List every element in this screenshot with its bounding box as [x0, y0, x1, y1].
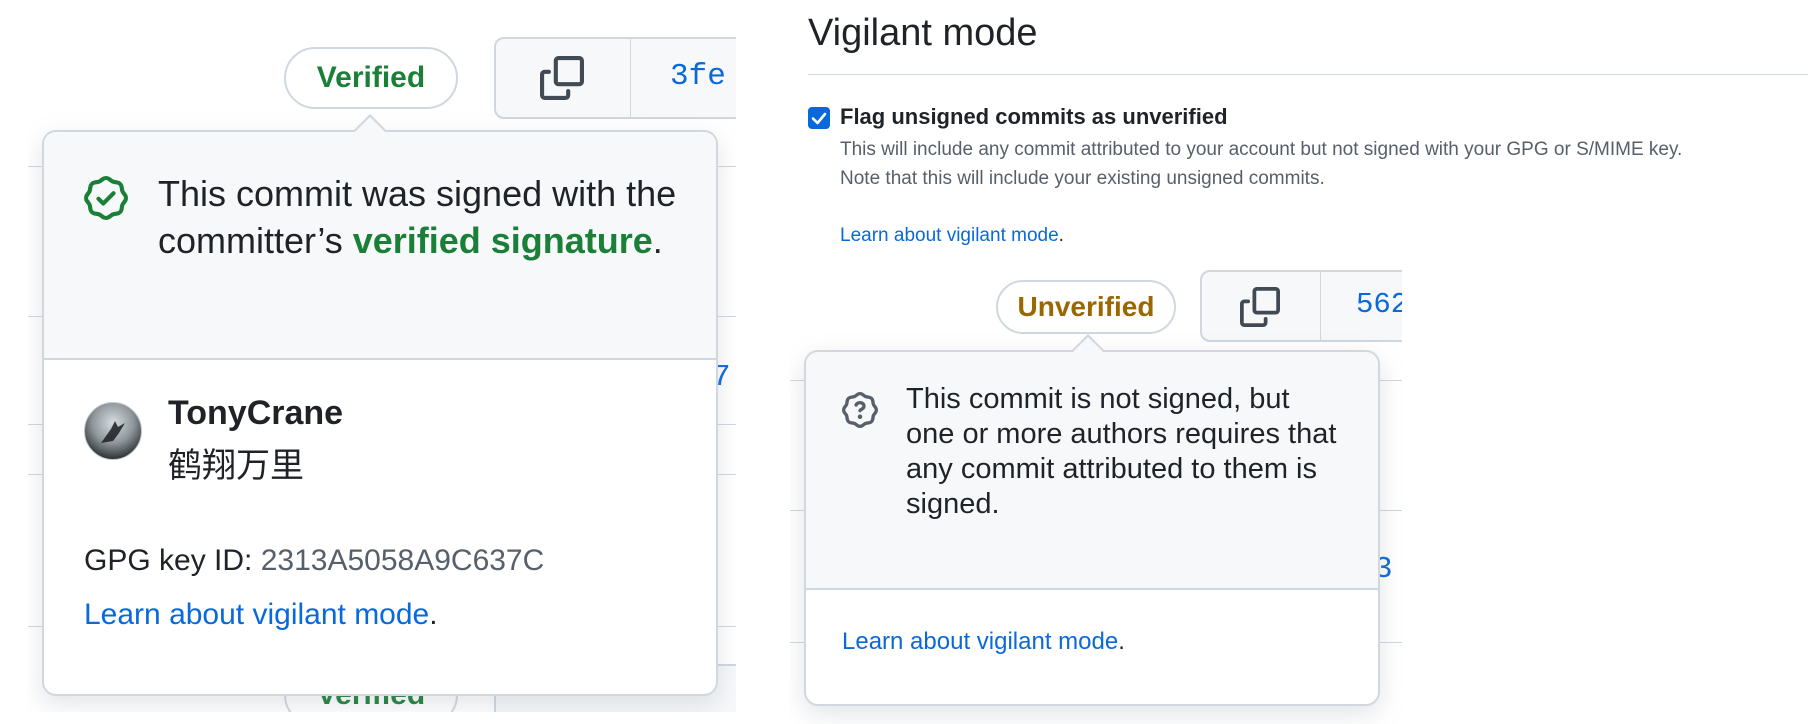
crane-silhouette-icon	[101, 421, 125, 443]
verified-popover: This commit was signed with the committe…	[42, 114, 718, 696]
gpg-key-label: GPG key ID:	[84, 544, 253, 577]
section-divider	[808, 74, 1808, 75]
question-shield-icon	[842, 392, 878, 428]
verified-badge[interactable]: Verified	[284, 47, 458, 109]
copy-icon	[540, 56, 584, 100]
left-panel: 7 d108 Verified Verified 3fe This commit…	[28, 0, 736, 712]
unverified-badge[interactable]: Unverified	[996, 280, 1176, 334]
verified-shield-icon	[84, 176, 128, 220]
learn-vigilant-mode-settings-link[interactable]: Learn about vigilant mode	[840, 225, 1059, 246]
gpg-key-line: GPG key ID: 2313A5058A9C637C	[84, 544, 544, 578]
checkbox-description-2: Note that this will include your existin…	[840, 168, 1325, 189]
commit-sha-link[interactable]: 3fe	[670, 59, 726, 94]
learn-vigilant-mode-link[interactable]: Learn about vigilant mode	[84, 598, 429, 631]
commit-button-group-right: 562	[1200, 270, 1402, 342]
user-display-name: 鹤翔万里	[168, 447, 304, 485]
copy-sha-button[interactable]	[496, 39, 630, 117]
checkbox-description-1: This will include any commit attributed …	[840, 139, 1683, 160]
avatar[interactable]	[84, 402, 142, 460]
learn-vigilant-mode-popover-link[interactable]: Learn about vigilant mode	[842, 628, 1118, 655]
gpg-key-id: 2313A5058A9C637C	[260, 544, 545, 577]
commit-sha-link-right[interactable]: 562	[1356, 288, 1402, 321]
right-panel: Vigilant mode Flag unsigned commits as u…	[790, 0, 1818, 724]
popover-header: This commit was signed with the committe…	[44, 132, 716, 360]
copy-icon	[1240, 287, 1280, 327]
signature-message: This commit was signed with the committe…	[158, 173, 677, 261]
checkbox-label[interactable]: Flag unsigned commits as unverified	[840, 104, 1228, 130]
popover-header: This commit is not signed, but one or mo…	[806, 352, 1378, 590]
learn-line: Learn about vigilant mode.	[84, 598, 438, 631]
checkmark-icon	[811, 112, 827, 125]
learn-line-popover: Learn about vigilant mode.	[842, 628, 1125, 655]
section-title: Vigilant mode	[808, 12, 1038, 54]
flag-unsigned-checkbox[interactable]	[808, 107, 830, 129]
learn-line-settings: Learn about vigilant mode.	[840, 225, 1064, 246]
button-divider	[1320, 272, 1321, 340]
commit-button-group: 3fe	[494, 37, 736, 119]
verified-signature-text: verified signature	[352, 220, 653, 261]
button-divider	[630, 39, 631, 117]
unverified-commit-area: 3 Unverified 562 This commit is not sign…	[790, 270, 1402, 724]
copy-sha-button-right[interactable]	[1202, 272, 1320, 340]
unverified-popover: This commit is not signed, but one or mo…	[804, 334, 1380, 706]
user-name[interactable]: TonyCrane	[168, 394, 343, 433]
unsigned-message: This commit is not signed, but one or mo…	[906, 383, 1337, 520]
